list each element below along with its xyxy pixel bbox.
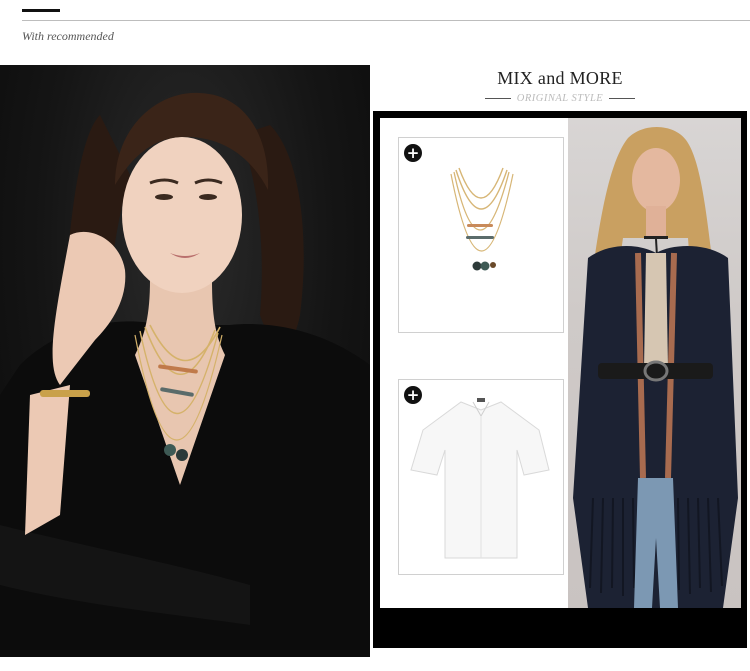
section-subtitle: With recommended (22, 29, 114, 43)
left-model-illustration (0, 92, 370, 657)
add-necklace-icon[interactable]: + (404, 144, 422, 162)
divider-right (609, 97, 636, 99)
add-shirt-icon[interactable]: + (404, 386, 422, 404)
header-accent-bar (22, 9, 60, 12)
left-model-image (0, 65, 370, 657)
feature-title: MIX and MORE (497, 68, 623, 88)
feature-subtitle-row: ORIGINAL STYLE (478, 90, 642, 106)
right-model-image (568, 118, 741, 608)
feature-subtitle: ORIGINAL STYLE (516, 92, 604, 104)
shirt-product-image (410, 398, 550, 559)
header-divider (22, 20, 750, 21)
divider-left (484, 97, 511, 99)
right-model-illustration (573, 126, 738, 608)
product-card-necklace[interactable] (398, 137, 564, 333)
product-card-shirt[interactable] (398, 379, 564, 575)
necklace-product-image (450, 167, 514, 271)
